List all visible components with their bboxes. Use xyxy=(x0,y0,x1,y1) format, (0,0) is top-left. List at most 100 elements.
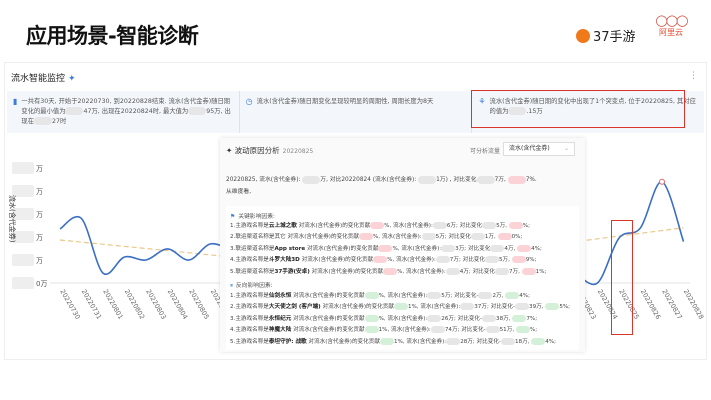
redacted-value xyxy=(364,326,379,334)
text-segment: 2.联运渠道名称是其它 对流水(含代金券)的变化贡献 xyxy=(230,234,359,241)
series-line xyxy=(59,216,233,276)
text-segment: 1%, 流水(含代金券): xyxy=(393,338,447,345)
redacted-value xyxy=(446,337,461,345)
text-segment: 对流水(含代金券)的变化贡献 xyxy=(305,245,379,252)
text-segment: 7%; xyxy=(526,315,538,322)
redacted-value xyxy=(441,244,456,252)
text-segment: 4.主游戏名称是 xyxy=(230,327,269,334)
redacted-value xyxy=(432,222,447,229)
negative-factors-list: 1.主游戏名称是仙剑永恒 对流水(含代金券)的变化贡献 %, 流水(含代金券): 5… xyxy=(230,291,575,348)
redacted-value xyxy=(476,175,495,184)
redacted-tick xyxy=(12,162,34,174)
y-tick-label: 万 xyxy=(36,257,43,265)
negative-factor-item: 3.主游戏名称是永恒纪元 对流水(含代金券)的变化贡献 %, 流水(含代金券): 2… xyxy=(230,314,575,325)
text-segment: 39万, xyxy=(529,304,546,311)
positive-factors-list: 1.主游戏名称是云上城之歌 对流水(含代金券)的变化贡献%, 流水(含代金券):… xyxy=(230,221,575,278)
dimension-name: App store xyxy=(274,245,306,252)
text-segment: 3.主游戏名称是 xyxy=(230,315,269,322)
metric-selector-label: 可分析流量 xyxy=(470,148,501,155)
redacted-value xyxy=(302,175,321,184)
text-segment: 4.主游戏名称是 xyxy=(230,257,269,264)
text-segment: 对流水(含代金券)的变化贡献 xyxy=(306,338,380,345)
heading-text: 关键影响因素: xyxy=(238,214,275,220)
dimension-name: 斗罗大陆3D xyxy=(268,257,300,264)
y-tick-label: 万 xyxy=(36,234,43,242)
text-segment: 4%; xyxy=(531,245,542,252)
chevron-down-icon: ⌄ xyxy=(563,145,569,152)
text-segment: %, 流水(含代金券): xyxy=(397,268,446,275)
text-segment: %, 流水(含代金券): xyxy=(378,315,428,322)
positive-factors-heading: ⚑ 关键影响因素: xyxy=(230,211,575,220)
y-tick-label: 万 xyxy=(36,188,43,196)
redacted-value xyxy=(507,175,526,184)
text-segment: 对流水(含代金券)的变化贡献 xyxy=(291,293,365,300)
dimension-name: 神魔大陆 xyxy=(268,327,292,334)
text-segment: 2万, xyxy=(492,293,506,300)
redacted-value xyxy=(478,292,493,300)
x-tick-label: 20220731 xyxy=(80,288,103,321)
x-tick-label: 20220828 xyxy=(682,288,705,321)
dimension-name: 大天使之剑 (客户端) xyxy=(268,304,321,311)
metric-selector[interactable]: 流水(含代金券) ⌄ xyxy=(503,142,575,156)
redacted-value xyxy=(490,244,505,252)
text-segment: 51万, xyxy=(499,327,516,334)
redacted-value xyxy=(531,337,546,345)
positive-factor-item: 1.主游戏名称是云上城之歌 对流水(含代金券)的变化贡献 %, 流水(含代金券):… xyxy=(230,221,575,232)
text-segment: 5万; 对比变化- xyxy=(441,293,479,300)
text-segment: 2.主游戏名称是 xyxy=(230,304,269,311)
summary-line: 20220825, 流水(含代金券): 万, 对比20220824 (流水(含代… xyxy=(226,174,537,186)
redacted-value xyxy=(505,292,520,300)
text-segment: 5.主游戏名称是 xyxy=(230,338,269,345)
redacted-value xyxy=(383,267,398,275)
text-segment: 1%, 流水(含代金券): xyxy=(408,304,461,311)
y-axis-label: 流水(含代金券) xyxy=(8,195,17,243)
text-segment: 4万; 对比变化 xyxy=(459,268,495,275)
text-segment: 1%; xyxy=(535,268,547,275)
positive-factor-item: 3.联运渠道名称是App store 对流水(含代金券)的变化贡献 %, 流水(含… xyxy=(230,244,575,255)
heading-text: 反向影响因素: xyxy=(235,283,273,290)
text-segment: 1%, 流水(含代金券): xyxy=(378,327,431,334)
redacted-value xyxy=(511,256,526,264)
redacted-value xyxy=(512,314,527,322)
positive-factor-item: 4.主游戏名称是斗罗大陆3D 对流水(含代金券)的变化贡献 %, 流水(含代金券)… xyxy=(230,255,575,266)
redacted-value xyxy=(517,244,532,252)
x-tick-label: 20220730 xyxy=(58,288,81,321)
redacted-value xyxy=(460,303,475,311)
dimension-name: 云上城之歌 xyxy=(268,223,297,229)
redacted-tick xyxy=(12,277,34,289)
text-segment: %, 流水(含代金券): xyxy=(372,234,422,241)
text-segment: %, 流水(含代金券): xyxy=(392,245,442,252)
dimension-name: 仙剑永恒 xyxy=(268,293,292,300)
text-segment: %, 流水(含代金券): xyxy=(387,257,436,264)
redacted-value xyxy=(497,233,512,241)
text-segment: 1.主游戏名称是 xyxy=(230,223,269,229)
negative-factor-item: 1.主游戏名称是仙剑永恒 对流水(含代金券)的变化贡献 %, 流水(含代金券): 5… xyxy=(230,291,575,302)
negative-factor-item: 2.主游戏名称是大天使之剑 (客户端) 对流水(含代金券)的变化贡献 1%, 流水… xyxy=(230,302,575,313)
text-segment: 7万; 对比变化 xyxy=(449,257,485,264)
text-segment: 5%; xyxy=(559,304,571,311)
anomaly-date-highlight-box xyxy=(611,220,633,335)
y-tick-label: 万 xyxy=(36,211,43,219)
redacted-value xyxy=(418,175,437,184)
y-tick-label: 万 xyxy=(36,165,43,173)
text-segment: 7万, xyxy=(508,268,522,275)
text-segment: 5万; 对比变化 xyxy=(435,234,471,241)
redacted-value xyxy=(379,337,394,345)
redacted-value xyxy=(378,244,393,252)
redacted-value xyxy=(470,233,485,241)
text-segment: 对流水(含代金券)的变化贡献 xyxy=(309,268,384,275)
dimension-name: 37手游(安卓) xyxy=(274,268,310,275)
text-segment: 20220825, 流水(含代金券): xyxy=(226,177,303,183)
text-segment: 5.联运渠道名称是 xyxy=(230,268,275,275)
text-segment: %, 流水(含代金券): xyxy=(384,223,433,229)
redacted-value xyxy=(485,326,500,334)
flag-icon: ⚑ xyxy=(230,214,236,220)
text-segment: 28万; 对比变化- xyxy=(460,338,501,345)
text-segment: 对流水(含代金券)的变化贡献 xyxy=(299,257,374,264)
negative-factor-item: 4.主游戏名称是神魔大陆 对流水(含代金券)的变化贡献 1%, 流水(含代金券):… xyxy=(230,325,575,336)
fluctuation-analysis-panel: ✦ 波动原因分析 20220825 可分析流量 流水(含代金券) ⌄ 2022082… xyxy=(220,138,585,352)
redacted-value xyxy=(427,314,442,322)
text-segment: 74万; 对比变化- xyxy=(444,327,486,334)
redacted-value xyxy=(430,326,445,334)
text-segment: 6万; 对比变化 xyxy=(446,223,483,229)
